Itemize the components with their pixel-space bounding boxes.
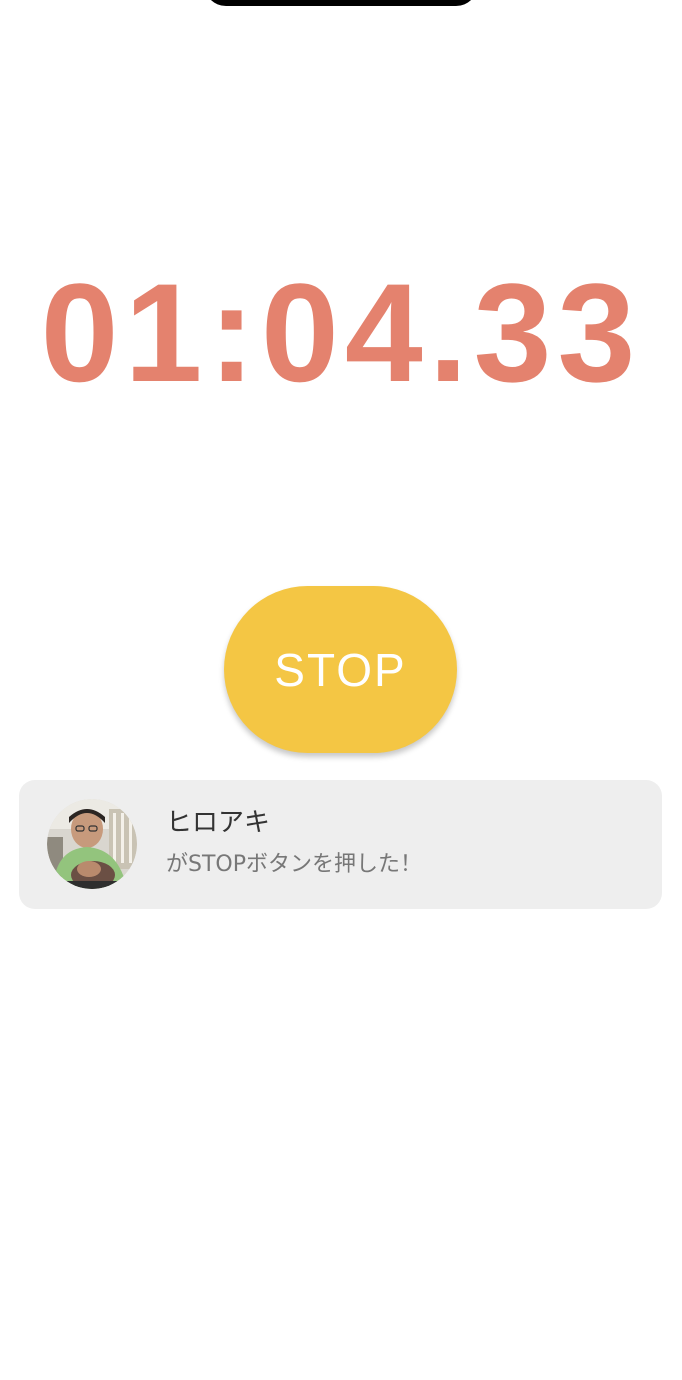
- timer-display: 01:04.33: [40, 254, 642, 411]
- device-notch: [204, 0, 478, 6]
- avatar-photo: [47, 799, 137, 889]
- stop-button[interactable]: STOP: [224, 586, 457, 753]
- avatar: [47, 799, 137, 889]
- notification-card: ヒロアキ がSTOPボタンを押した！: [19, 780, 662, 909]
- app-screen: 01:04.33 STOP ヒロアキ がSTOPボタンを押した！: [0, 0, 682, 1380]
- notification-user-name: ヒロアキ: [166, 808, 271, 838]
- notification-message: がSTOPボタンを押した！: [166, 852, 422, 877]
